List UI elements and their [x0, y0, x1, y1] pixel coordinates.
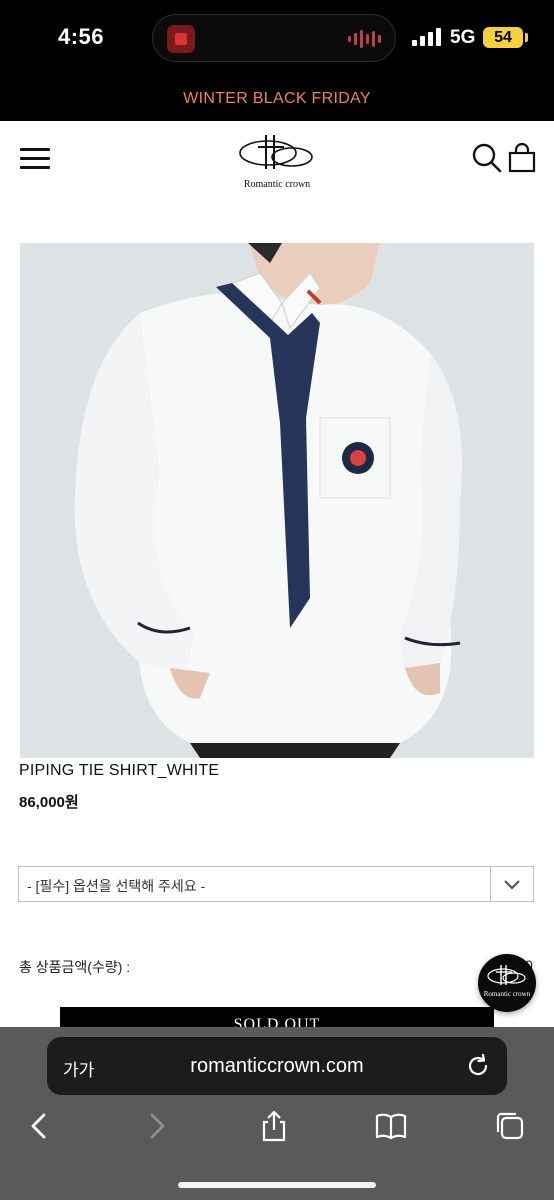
option-select-placeholder: - [필수] 옵션을 선택해 주세요 -	[27, 878, 206, 894]
site-logo[interactable]: Romantic crown	[232, 131, 322, 191]
product-photo	[20, 243, 534, 758]
search-icon[interactable]	[472, 143, 502, 173]
app-icon	[167, 25, 195, 53]
total-price-label: 총 상품금액(수량) :	[19, 959, 131, 975]
browser-toolbar: 가가 romanticcrown.com	[0, 1027, 554, 1200]
battery-icon: 54	[483, 27, 523, 48]
forward-icon[interactable]	[140, 1109, 174, 1143]
chevron-down-icon[interactable]	[490, 867, 533, 901]
audio-wave-icon	[348, 29, 381, 49]
status-bar: 4:56 5G 54	[0, 0, 554, 80]
battery-tip	[525, 33, 528, 42]
product-image[interactable]	[20, 243, 534, 758]
home-indicator[interactable]	[178, 1182, 376, 1188]
status-time: 4:56	[58, 24, 105, 49]
floating-logo-text: Romantic crown	[483, 990, 531, 998]
share-icon[interactable]	[257, 1109, 291, 1143]
hamburger-menu-icon[interactable]	[20, 146, 52, 170]
url-text: romanticcrown.com	[190, 1055, 364, 1077]
shopping-bag-icon[interactable]	[508, 143, 536, 173]
address-bar[interactable]: 가가 romanticcrown.com	[47, 1037, 507, 1095]
logo-mark-icon	[487, 965, 526, 985]
product-name: PIPING TIE SHIRT_WHITE	[19, 762, 220, 779]
promo-banner[interactable]: WINTER BLACK FRIDAY	[0, 80, 554, 121]
reload-icon[interactable]	[465, 1053, 491, 1079]
product-price: 86,000원	[19, 794, 79, 811]
bookmarks-icon[interactable]	[374, 1109, 408, 1143]
option-select[interactable]: - [필수] 옵션을 선택해 주세요 -	[18, 866, 534, 902]
cellular-signal-icon	[412, 28, 441, 46]
floating-logo-button[interactable]: Romantic crown	[478, 954, 536, 1012]
site-header: Romantic crown	[0, 121, 554, 201]
network-type: 5G	[450, 27, 476, 48]
tabs-icon[interactable]	[493, 1109, 527, 1143]
back-icon[interactable]	[22, 1109, 56, 1143]
logo-text: Romantic crown	[243, 179, 311, 190]
dynamic-island[interactable]	[152, 14, 396, 62]
logo-mark-icon	[239, 135, 313, 169]
